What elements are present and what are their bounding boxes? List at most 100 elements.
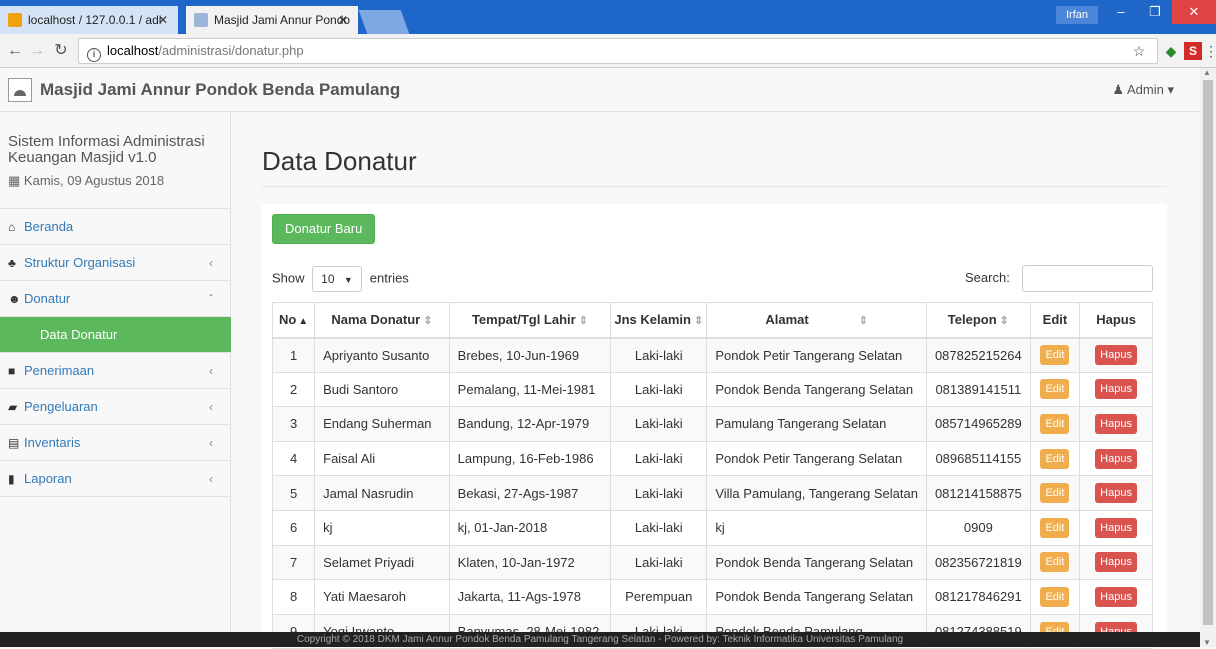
delete-button[interactable]: Hapus	[1095, 517, 1137, 538]
sidebar: Sistem Informasi Administrasi Keuangan M…	[0, 112, 231, 647]
column-header-alamat[interactable]: Alamat ⇕	[706, 302, 927, 339]
close-tab-icon[interactable]: ✕	[158, 6, 168, 34]
edit-button[interactable]: Edit	[1040, 552, 1070, 573]
current-date: ▦ Kamis, 09 Agustus 2018	[8, 173, 164, 189]
close-tab-icon[interactable]: ✕	[338, 6, 348, 34]
cell-edit: Edit	[1029, 544, 1081, 581]
title-divider	[262, 186, 1167, 187]
scroll-down-icon[interactable]: ▼	[1203, 638, 1211, 647]
cell-edit: Edit	[1029, 475, 1081, 511]
site-info-icon[interactable]: i	[87, 48, 101, 62]
bookmark-star-icon[interactable]: ☆	[1130, 42, 1148, 60]
sort-icon: ⇕	[999, 315, 1009, 328]
delete-button[interactable]: Hapus	[1095, 483, 1137, 504]
cell-jk: Laki-laki	[610, 544, 708, 581]
browser-tab-masjid[interactable]: Masjid Jami Annur Pondo ✕	[186, 6, 358, 34]
edit-button[interactable]: Edit	[1040, 448, 1070, 469]
cell-nama: Jamal Nasrudin	[314, 475, 450, 511]
header-label: Jns Kelamin	[614, 312, 691, 328]
reload-icon[interactable]: ↻	[50, 40, 72, 62]
sidebar-item-struktur-organisasi[interactable]: ♣ Struktur Organisasi ‹	[0, 245, 231, 281]
extension-globe-icon[interactable]: ◆	[1162, 42, 1180, 60]
browser-profile-button[interactable]: Irfan	[1055, 6, 1098, 24]
edit-button[interactable]: Edit	[1040, 345, 1070, 366]
new-tab-button[interactable]	[358, 10, 410, 34]
sidebar-item-penerimaan[interactable]: ■ Penerimaan ‹	[0, 353, 231, 389]
delete-button[interactable]: Hapus	[1095, 379, 1137, 400]
entries-length-control: Show 10 ▼ entries	[272, 266, 409, 292]
minimize-icon[interactable]: –	[1104, 0, 1138, 24]
delete-button[interactable]: Hapus	[1095, 413, 1137, 434]
delete-button[interactable]: Hapus	[1095, 586, 1137, 607]
cell-hapus: Hapus	[1079, 475, 1153, 511]
table-row: 5 Jamal Nasrudin Bekasi, 27-Ags-1987 Laki-l…	[271, 475, 1153, 511]
column-header-nama[interactable]: Nama Donatur ⇕	[314, 302, 450, 339]
edit-button[interactable]: Edit	[1040, 379, 1070, 400]
folder-open-icon: ▰	[8, 400, 18, 414]
column-header-no[interactable]: No ▲	[271, 302, 316, 339]
search-input[interactable]	[1022, 265, 1153, 292]
delete-button[interactable]: Hapus	[1095, 552, 1137, 573]
cell-telepon: 082356721819	[925, 544, 1031, 581]
cell-nama: Endang Suherman	[314, 406, 450, 442]
phpmyadmin-favicon-icon	[8, 13, 22, 27]
sidebar-item-data-donatur[interactable]: Data Donatur	[0, 317, 231, 353]
header-label: Nama Donatur	[331, 312, 421, 328]
edit-button[interactable]: Edit	[1040, 586, 1070, 607]
cell-edit: Edit	[1029, 509, 1081, 546]
tab-label: localhost / 127.0.0.1 / adi	[28, 13, 162, 27]
cell-jk: Laki-laki	[610, 475, 708, 511]
admin-dropdown[interactable]: ♟ Admin ▾	[1112, 82, 1174, 98]
cell-nama: Faisal Ali	[314, 440, 450, 477]
scrollbar-thumb[interactable]	[1203, 80, 1213, 625]
cell-jk: Laki-laki	[610, 406, 708, 442]
extension-s-icon[interactable]: S	[1184, 42, 1202, 60]
maximize-icon[interactable]: ❐	[1138, 0, 1172, 24]
cell-edit: Edit	[1029, 371, 1081, 408]
add-donatur-button[interactable]: Donatur Baru	[272, 214, 376, 244]
entries-label: entries	[369, 270, 409, 286]
delete-button[interactable]: Hapus	[1095, 448, 1137, 469]
edit-button[interactable]: Edit	[1040, 413, 1070, 434]
column-header-jk[interactable]: Jns Kelamin ⇕	[610, 302, 708, 339]
cell-no: 1	[271, 337, 316, 373]
browser-tab-strip: localhost / 127.0.0.1 / adi ✕ Masjid Jam…	[0, 0, 1216, 34]
cell-hapus: Hapus	[1079, 579, 1153, 615]
page-scrollbar[interactable]: ▲ ▼	[1200, 68, 1216, 647]
entries-select[interactable]: 10 ▼	[312, 266, 363, 292]
donatur-panel: Donatur Baru Show 10 ▼ entries Search: N…	[262, 204, 1167, 649]
cell-telepon: 087825215264	[925, 337, 1031, 373]
address-bar[interactable]: i localhost/administrasi/donatur.php	[78, 38, 1158, 64]
browser-tab-phpmyadmin[interactable]: localhost / 127.0.0.1 / adi ✕	[0, 6, 178, 34]
footer: Copyright © 2018 DKM Jami Annur Pondok B…	[0, 632, 1200, 647]
app-navbar: Masjid Jami Annur Pondok Benda Pamulang …	[0, 68, 1200, 112]
sidebar-item-inventaris[interactable]: ▤ Inventaris ‹	[0, 425, 231, 461]
sidebar-item-laporan[interactable]: ▮ Laporan ‹	[0, 461, 231, 497]
sidebar-item-donatur[interactable]: ☻ Donatur ˇ	[0, 281, 231, 317]
close-window-icon[interactable]: ✕	[1172, 0, 1216, 24]
sitemap-icon: ♣	[8, 256, 16, 270]
scroll-up-icon[interactable]: ▲	[1203, 68, 1211, 77]
cell-telepon: 081214158875	[925, 475, 1031, 511]
menu-label: Data Donatur	[40, 327, 118, 342]
cell-ttl: kj, 01-Jan-2018	[448, 509, 612, 546]
delete-button[interactable]: Hapus	[1095, 345, 1137, 366]
show-label: Show	[272, 270, 305, 286]
cell-jk: Perempuan	[610, 579, 708, 615]
browser-toolbar: ← → ↻ i localhost/administrasi/donatur.ph…	[0, 34, 1216, 68]
table-row: 6 kj kj, 01-Jan-2018 Laki-laki kj 0909 Edit Hap…	[271, 509, 1153, 546]
cell-alamat: Pondok Petir Tangerang Selatan	[706, 337, 927, 373]
menu-kebab-icon[interactable]: ⋮	[1202, 42, 1216, 60]
table-body: 1 Apriyanto Susanto Brebes, 10-Jun-1969 Lak…	[271, 337, 1153, 649]
column-header-ttl[interactable]: Tempat/Tgl Lahir ⇕	[448, 302, 612, 339]
edit-button[interactable]: Edit	[1040, 483, 1070, 504]
sidebar-item-beranda[interactable]: ⌂ Beranda	[0, 209, 231, 245]
sidebar-item-pengeluaran[interactable]: ▰ Pengeluaran ‹	[0, 389, 231, 425]
column-header-telepon[interactable]: Telepon ⇕	[925, 302, 1031, 339]
forward-icon[interactable]: →	[26, 40, 48, 62]
back-icon[interactable]: ←	[4, 40, 26, 62]
menu-label: Laporan	[24, 471, 72, 486]
cell-jk: Laki-laki	[610, 509, 708, 546]
brand-title[interactable]: Masjid Jami Annur Pondok Benda Pamulang	[40, 80, 400, 100]
edit-button[interactable]: Edit	[1040, 517, 1070, 538]
